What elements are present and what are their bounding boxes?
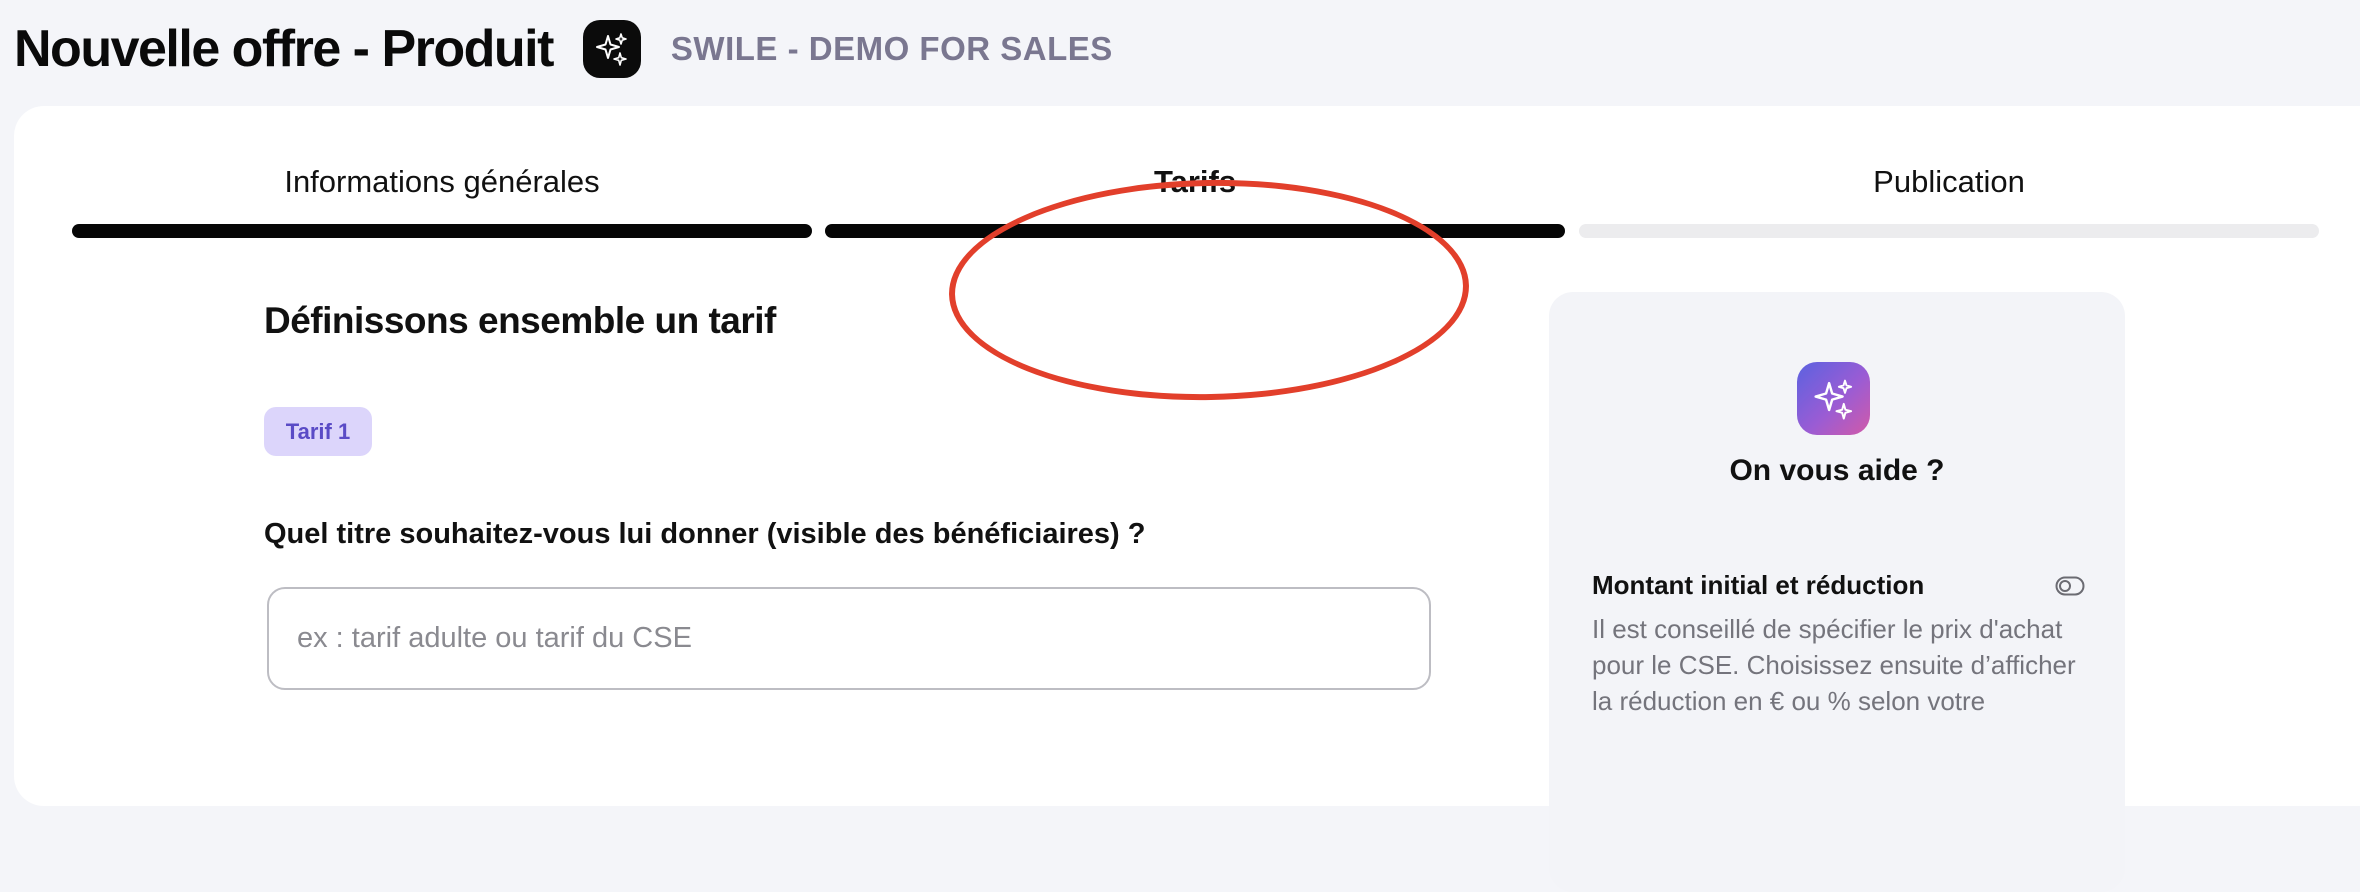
- tarif-chip[interactable]: Tarif 1: [264, 407, 372, 456]
- page-title: Nouvelle offre - Produit: [14, 20, 554, 78]
- step-tarifs[interactable]: Tarifs: [825, 162, 1565, 238]
- step-label: Informations générales: [284, 164, 600, 199]
- help-panel: On vous aide ? Montant initial et réduct…: [1549, 292, 2125, 892]
- step-progress-bar: [72, 224, 812, 238]
- company-name: SWILE - DEMO FOR SALES: [670, 30, 1113, 67]
- step-informations-generales[interactable]: Informations générales: [72, 162, 812, 238]
- offer-form-card: Informations générales Tarifs Publicatio…: [14, 106, 2360, 892]
- sparkles-icon: [582, 20, 641, 78]
- section-title: Définissons ensemble un tarif: [264, 300, 776, 341]
- step-progress-bar: [1579, 224, 2319, 238]
- title-question-label: Quel titre souhaitez-vous lui donner (vi…: [264, 518, 1146, 550]
- step-publication[interactable]: Publication: [1579, 162, 2319, 238]
- page-header: Nouvelle offre - Produit SWILE - DEMO FO…: [14, 14, 1113, 84]
- help-subtitle: Montant initial et réduction: [1592, 570, 1925, 600]
- step-label: Tarifs: [1153, 164, 1237, 199]
- step-progress-bar: [825, 224, 1565, 238]
- sparkles-icon: [1797, 362, 1870, 435]
- tarif-title-input[interactable]: [267, 587, 1431, 690]
- help-title: On vous aide ?: [1729, 454, 1945, 487]
- step-label: Publication: [1873, 164, 2025, 199]
- help-text: Il est conseillé de spécifier le prix d'…: [1592, 614, 2076, 716]
- toggle-icon[interactable]: [2055, 576, 2085, 596]
